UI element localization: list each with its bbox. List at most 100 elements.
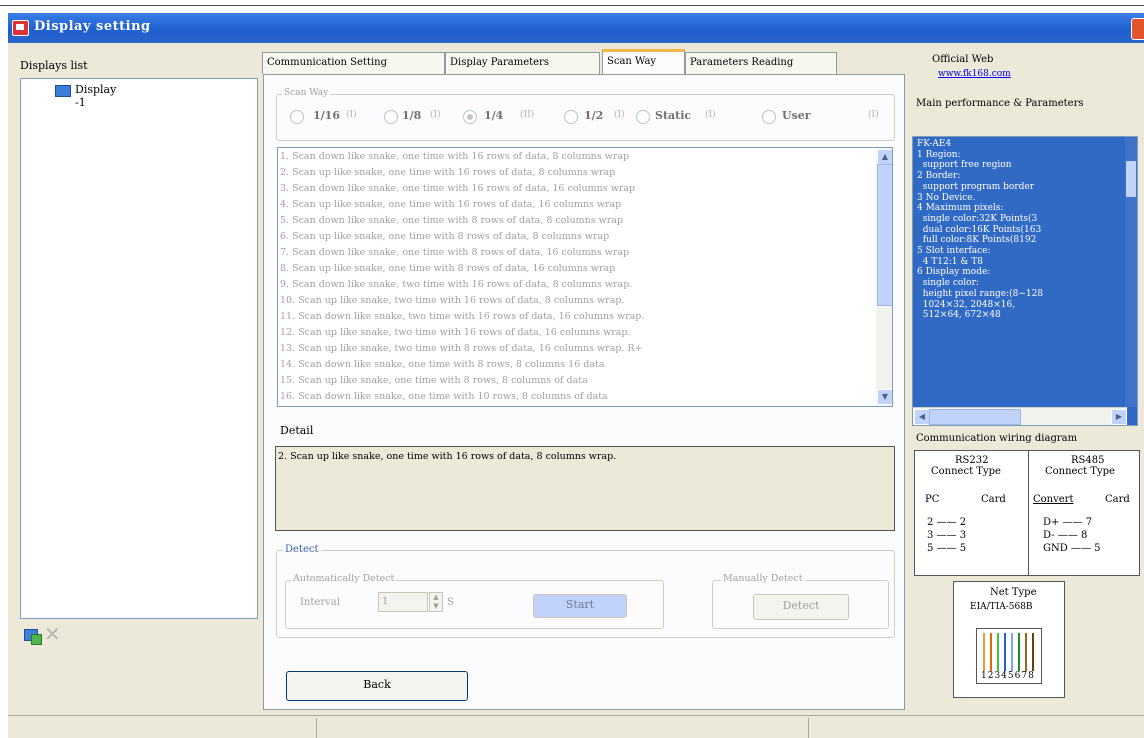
- interval-spinner-icon[interactable]: ▲ ▼: [429, 592, 443, 612]
- scan-list-item[interactable]: 10. Scan up like snake, two time with 16…: [280, 294, 874, 308]
- window-title: Display setting: [34, 19, 151, 34]
- info-hscroll-thumb[interactable]: [929, 409, 1021, 425]
- tab-display-parameters[interactable]: Display Parameters: [445, 52, 600, 74]
- scan-list-scrollbar[interactable]: ▲ ▼: [876, 148, 892, 406]
- scan-way-group-title: Scan Way: [282, 88, 331, 98]
- scroll-up-icon[interactable]: ▲: [877, 149, 892, 165]
- radio-1-2-label: 1/2: [584, 109, 604, 122]
- scan-list-item[interactable]: 6. Scan up like snake, one time with 8 r…: [280, 230, 874, 244]
- radio-1-2-code: (I): [614, 110, 625, 120]
- scan-list[interactable]: 1. Scan down like snake, one time with 1…: [277, 147, 893, 407]
- scroll-left-icon[interactable]: ◀: [914, 409, 930, 425]
- tab-parameters-reading[interactable]: Parameters Reading: [685, 52, 837, 74]
- radio-1-2[interactable]: [564, 110, 578, 124]
- wiring-title: Communication wiring diagram: [916, 433, 1078, 444]
- interval-value: 1: [382, 596, 389, 607]
- scan-list-item[interactable]: 13. Scan up like snake, two time with 8 …: [280, 342, 874, 356]
- scan-list-item[interactable]: 8. Scan up like snake, one time with 8 r…: [280, 262, 874, 276]
- official-web-link[interactable]: www.fk168.com: [938, 69, 1011, 79]
- radio-1-8[interactable]: [384, 110, 398, 124]
- info-vscroll[interactable]: [1125, 137, 1137, 407]
- rs485-pin-left: GND: [1043, 543, 1068, 554]
- info-hscroll[interactable]: ◀ ▶: [913, 407, 1127, 425]
- detect-button[interactable]: Detect: [753, 594, 849, 620]
- back-button[interactable]: Back: [286, 671, 468, 701]
- detect-group-title: Detect: [283, 544, 321, 555]
- tab-scan-way[interactable]: Scan Way: [602, 49, 685, 75]
- scan-list-item[interactable]: 1. Scan down like snake, one time with 1…: [280, 150, 874, 164]
- detail-text: 2. Scan up like snake, one time with 16 …: [278, 451, 617, 462]
- radio-user[interactable]: [762, 110, 776, 124]
- performance-info-box[interactable]: FK-AE4 1 Region: support free region 2 B…: [912, 136, 1138, 426]
- delete-display-icon[interactable]: ✕: [44, 624, 61, 644]
- scan-list-item[interactable]: 5. Scan down like snake, one time with 8…: [280, 214, 874, 228]
- status-divider-1: [316, 718, 317, 738]
- top-border: [0, 0, 1144, 6]
- scroll-thumb[interactable]: [877, 164, 892, 306]
- scan-list-item[interactable]: 7. Scan down like snake, one time with 8…: [280, 246, 874, 260]
- rs232-col-card: Card: [981, 494, 1006, 505]
- wiring-divider: [1028, 451, 1029, 575]
- wire-line: ——: [933, 517, 960, 528]
- scan-list-item[interactable]: 15. Scan up like snake, one time with 8 …: [280, 374, 874, 388]
- radio-1-8-code: (I): [430, 110, 441, 120]
- radio-user-code: (I): [868, 110, 879, 120]
- rs485-pin-right: 7: [1085, 517, 1093, 528]
- wire-line: ——: [1059, 517, 1086, 528]
- net-type-title: Net Type: [990, 587, 1037, 598]
- interval-unit: S: [447, 597, 454, 608]
- radio-static[interactable]: [636, 110, 650, 124]
- interval-field[interactable]: 1: [378, 592, 428, 612]
- scan-list-item[interactable]: 11. Scan down like snake, two time with …: [280, 310, 874, 324]
- rs485-row: D+ —— 7: [1043, 517, 1092, 528]
- performance-info-text: FK-AE4 1 Region: support free region 2 B…: [917, 139, 1044, 321]
- radio-static-code: (I): [705, 110, 716, 120]
- rs232-pin-right: 5: [959, 543, 967, 554]
- rs485-pin-right: 8: [1080, 530, 1088, 541]
- radio-1-16[interactable]: [290, 110, 304, 124]
- scan-list-item[interactable]: 3. Scan down like snake, one time with 1…: [280, 182, 874, 196]
- wire-line: ——: [1054, 530, 1081, 541]
- close-button[interactable]: [1131, 18, 1144, 40]
- interval-label: Interval: [300, 597, 340, 608]
- radio-1-4-label: 1/4: [484, 109, 504, 122]
- scan-list-item[interactable]: 9. Scan down like snake, two time with 1…: [280, 278, 874, 292]
- tree-item-label: Display -1: [75, 83, 117, 109]
- radio-1-16-label: 1/16: [313, 109, 340, 122]
- wire-line: ——: [1067, 543, 1095, 554]
- performance-header: Main performance & Parameters: [916, 98, 1084, 109]
- radio-1-4[interactable]: [463, 110, 477, 124]
- window-titlebar[interactable]: Display setting: [8, 13, 1144, 43]
- start-button[interactable]: Start: [533, 594, 627, 618]
- net-type-subtitle: EIA/TIA-568B: [970, 602, 1033, 612]
- app-icon: [12, 20, 29, 36]
- scan-list-item[interactable]: 4. Scan up like snake, one time with 16 …: [280, 198, 874, 212]
- rs232-title: RS232: [955, 455, 989, 466]
- scan-list-item[interactable]: 12. Scan up like snake, two time with 16…: [280, 326, 874, 340]
- radio-1-16-code: (I): [346, 110, 357, 120]
- rs232-pin-right: 3: [959, 530, 967, 541]
- rs232-subtitle: Connect Type: [931, 466, 1001, 477]
- tab-communication-setting[interactable]: Communication Setting: [262, 52, 445, 74]
- radio-1-8-label: 1/8: [402, 109, 422, 122]
- detail-label: Detail: [280, 424, 314, 437]
- rs485-col-convert: Convert: [1033, 494, 1074, 505]
- rs232-row: 2 —— 2: [927, 517, 966, 528]
- rj45-connector-icon: 12345678: [976, 628, 1042, 684]
- scan-list-item[interactable]: 14. Scan down like snake, one time with …: [280, 358, 874, 372]
- display-tree[interactable]: Display -1: [20, 78, 258, 619]
- scan-list-item[interactable]: 16. Scan down like snake, one time with …: [280, 390, 874, 404]
- official-web-label: Official Web: [932, 54, 994, 65]
- rs485-row: GND —— 5: [1043, 543, 1101, 554]
- rs232-col-pc: PC: [925, 494, 940, 505]
- rs485-pin-right: 5: [1094, 543, 1101, 554]
- auto-detect-title: Automatically Detect: [291, 573, 397, 584]
- scroll-right-icon[interactable]: ▶: [1111, 409, 1127, 425]
- scroll-down-icon[interactable]: ▼: [877, 389, 892, 405]
- radio-1-4-code: (II): [520, 110, 535, 120]
- info-vscroll-thumb[interactable]: [1126, 161, 1136, 197]
- add-display-icon[interactable]: [24, 629, 42, 645]
- rs485-subtitle: Connect Type: [1045, 466, 1115, 477]
- displays-list-header: Displays list: [20, 59, 88, 72]
- scan-list-item[interactable]: 2. Scan up like snake, one time with 16 …: [280, 166, 874, 180]
